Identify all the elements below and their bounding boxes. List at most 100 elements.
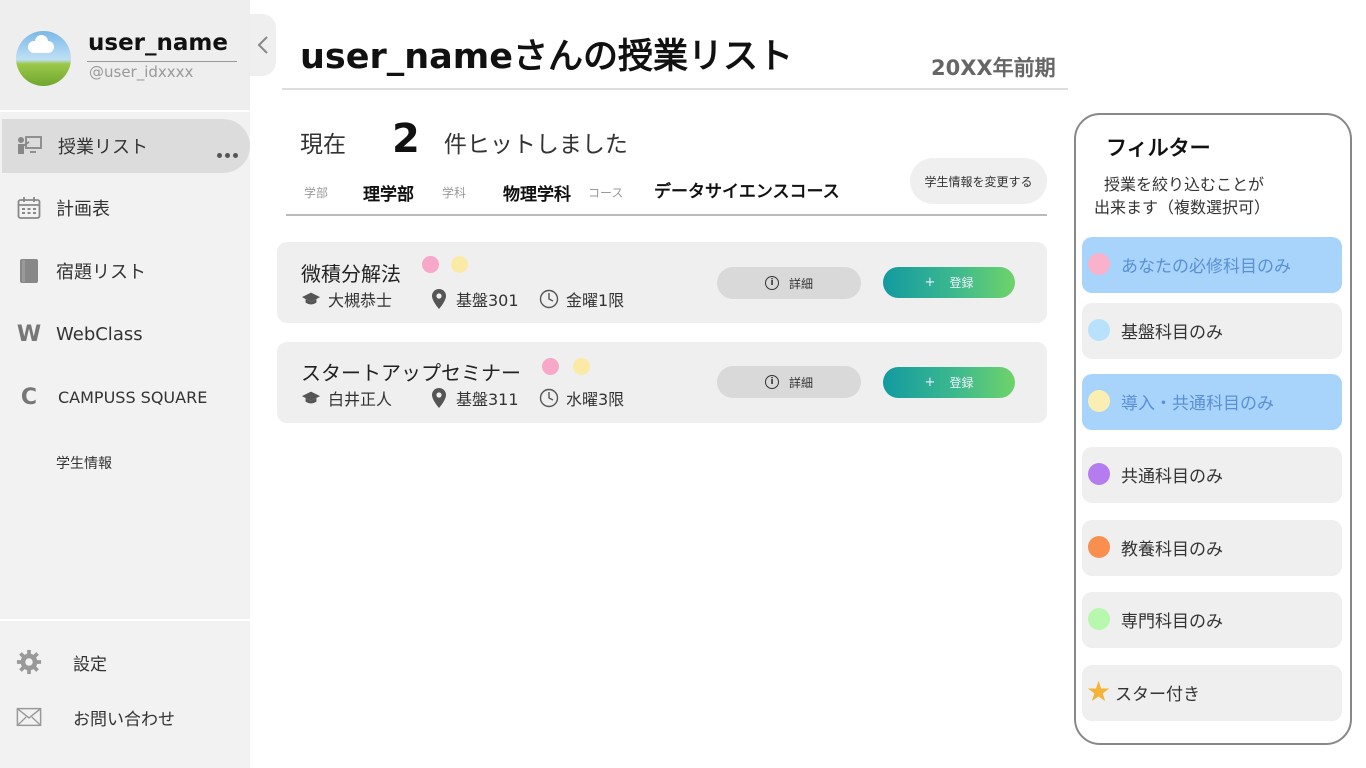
department-value: 物理学科 [503,185,571,205]
time-slot: 水曜3限 [566,390,625,409]
sidebar-item-class-list[interactable]: 授業リスト [2,119,250,173]
campus-square-c-icon: C [20,384,38,410]
student-info-row: 学部 理学部 学科 物理学科 コース データサイエンスコース [304,176,864,206]
avatar[interactable] [16,31,71,86]
filter-foundation-courses[interactable]: 基盤科目のみ [1082,303,1342,359]
term-label: 20XX年前期 [931,56,1056,80]
sidebar-item-label: 計画表 [56,199,110,220]
filter-common-courses[interactable]: 共通科目のみ [1082,447,1342,503]
classroom-icon [16,133,42,159]
info-icon: i [764,276,779,290]
register-button[interactable]: + 登録 [883,367,1015,398]
sidebar-item-contact[interactable]: お問い合わせ [0,690,250,744]
tag-dot [451,256,468,273]
clock-icon [539,388,559,408]
sidebar-item-label: WebClass [56,323,143,345]
sidebar: user_name @user_idxxxx 授業リスト 計画表 宿題リスト W… [0,0,250,768]
sidebar-item-settings[interactable]: 設定 [0,635,250,689]
more-options-icon[interactable] [214,143,238,162]
divider [0,110,250,112]
user-name: user_name [88,30,228,56]
mail-icon [16,704,42,730]
time-meta: 水曜3限 [539,386,624,410]
course-label: コース [588,186,624,200]
user-name-underline [87,61,237,62]
result-count-suffix: 件ヒットしました [443,132,628,158]
plus-icon: + [924,375,936,390]
user-profile[interactable]: user_name @user_idxxxx [0,0,250,110]
divider [282,88,1068,90]
teacher-name: 大槻恭士 [328,291,393,310]
location-pin-icon [429,388,449,408]
faculty-label: 学部 [304,186,329,200]
teacher-meta: 大槻恭士 [301,287,392,311]
filter-liberal-arts-courses[interactable]: 教養科目のみ [1082,520,1342,576]
filter-label: 共通科目のみ [1121,467,1223,487]
time-meta: 金曜1限 [539,287,624,311]
detail-button-label: 詳細 [788,375,813,390]
filter-required-courses[interactable]: あなたの必修科目のみ [1082,237,1342,293]
register-button-label: 登録 [949,376,974,390]
graduation-cap-icon [301,289,321,309]
sidebar-item-label: 設定 [73,654,107,675]
sidebar-item-label: 授業リスト [58,137,148,158]
course-card[interactable]: スタートアップセミナー 白井正人 基盤311 水曜3限 i 詳細 + 登録 [277,342,1047,423]
info-icon: i [764,375,779,389]
filter-intro-common-courses[interactable]: 導入・共通科目のみ [1082,374,1342,430]
sidebar-item-student-info[interactable]: 学生情報 [0,436,250,490]
calendar-icon [16,195,42,221]
book-icon [16,258,42,284]
chevron-left-icon [257,36,268,54]
teacher-name: 白井正人 [328,390,393,409]
room-meta: 基盤301 [429,287,519,311]
course-card[interactable]: 微積分解法 大槻恭士 基盤301 金曜1限 i 詳細 + 登録 [277,242,1047,323]
filter-label: あなたの必修科目のみ [1121,257,1291,277]
plus-icon: + [924,275,936,290]
color-dot [1088,608,1110,630]
color-dot [1088,536,1110,558]
sidebar-item-label: お問い合わせ [73,709,175,730]
result-count-number: 2 [392,116,420,162]
filter-description-line: 授業を絞り込むことが [1104,175,1265,194]
register-button[interactable]: + 登録 [883,267,1015,298]
room-name: 基盤301 [456,291,519,310]
detail-button[interactable]: i 詳細 [717,366,861,398]
faculty-value: 理学部 [363,185,414,205]
star-icon: ★ [1086,675,1112,708]
color-dot [1088,319,1110,341]
color-dot [1088,253,1110,275]
course-name: 微積分解法 [301,262,401,286]
sidebar-item-homework-list[interactable]: 宿題リスト [0,244,250,298]
sidebar-item-label: CAMPUSS SQUARE [58,387,208,407]
filter-panel: フィルター 授業を絞り込むことが 出来ます（複数選択可） あなたの必修科目のみ … [1074,113,1352,745]
page-title: user_nameさんの授業リスト [300,37,793,77]
divider [0,619,250,621]
graduation-cap-icon [301,388,321,408]
change-student-info-button[interactable]: 学生情報を変更する [910,158,1047,204]
collapse-sidebar-button[interactable] [250,14,276,76]
sidebar-item-campus-square[interactable]: C CAMPUSS SQUARE [0,370,250,424]
filter-title: フィルター [1106,136,1211,160]
webclass-w-icon: W [16,321,42,347]
room-name: 基盤311 [456,390,519,409]
sidebar-item-webclass[interactable]: W WebClass [0,307,250,361]
tag-dot [542,358,559,375]
color-dot [1088,390,1110,412]
filter-description: 授業を絞り込むことが 出来ます（複数選択可） [1094,173,1334,219]
filter-label: 専門科目のみ [1121,612,1223,632]
filter-label: スター付き [1115,685,1200,705]
course-value: データサイエンスコース [654,182,840,202]
gear-icon [16,649,42,675]
result-count-prefix: 現在 [300,132,346,158]
filter-label: 導入・共通科目のみ [1121,394,1274,414]
color-dot [1088,463,1110,485]
filter-description-line: 出来ます（複数選択可） [1094,198,1271,217]
filter-label: 教養科目のみ [1121,540,1223,560]
filter-specialized-courses[interactable]: 専門科目のみ [1082,592,1342,648]
register-button-label: 登録 [949,276,974,290]
filter-starred[interactable]: ★ スター付き [1082,665,1342,721]
tag-dot [422,256,439,273]
sidebar-item-schedule[interactable]: 計画表 [0,181,250,235]
detail-button[interactable]: i 詳細 [717,267,861,299]
department-label: 学科 [442,186,467,200]
